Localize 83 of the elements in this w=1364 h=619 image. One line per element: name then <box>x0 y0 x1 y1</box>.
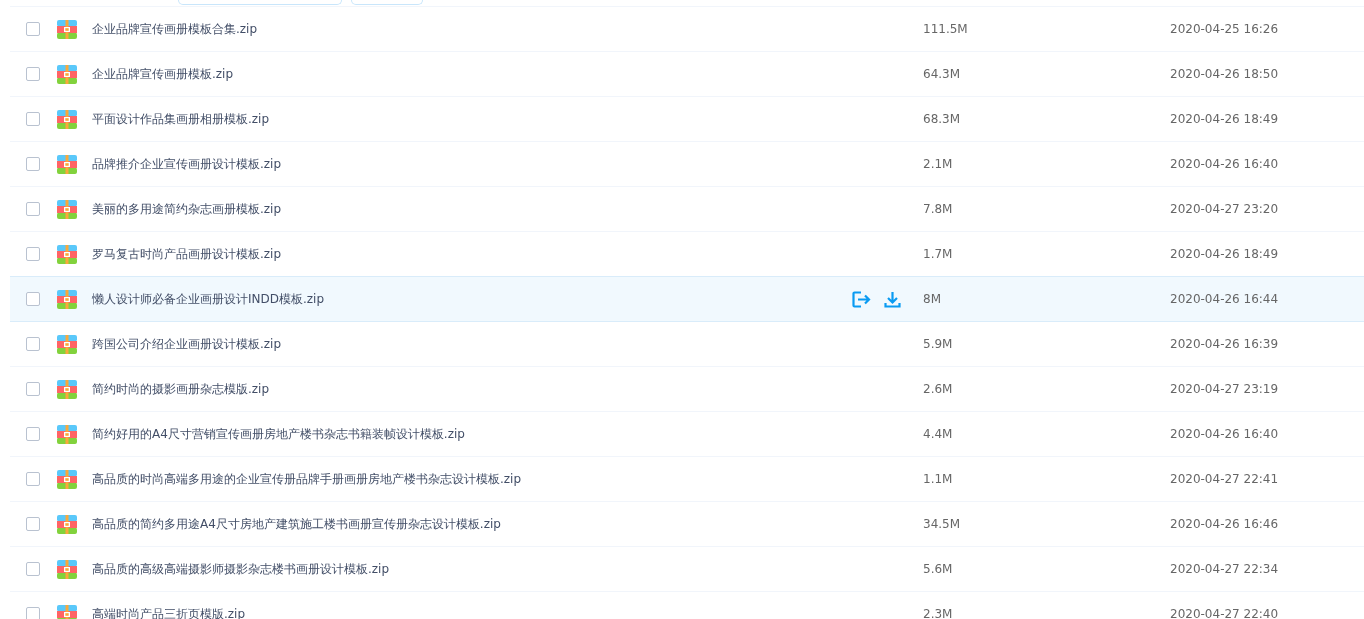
modified-date: 2020-04-26 16:40 <box>1170 157 1279 171</box>
zip-file-icon <box>57 109 77 129</box>
file-size: 4.4M <box>923 427 954 441</box>
zip-file-icon <box>57 379 77 399</box>
checkbox[interactable] <box>26 472 40 486</box>
modified-date: 2020-04-25 16:26 <box>1170 22 1279 36</box>
checkbox[interactable] <box>26 607 40 619</box>
checkbox[interactable] <box>26 67 40 81</box>
file-row[interactable]: 简约好用的A4尺寸营销宣传画册房地产楼书杂志书籍装帧设计模板.zip 4.4M 2020-04-26 16:40 <box>10 411 1364 457</box>
file-row[interactable]: 跨国公司介绍企业画册设计模板.zip 5.9M 2020-04-26 16:39 <box>10 321 1364 367</box>
checkbox[interactable] <box>26 292 40 306</box>
file-name[interactable]: 企业品牌宣传画册模板合集.zip <box>92 20 852 38</box>
zip-file-icon <box>57 514 77 534</box>
modified-date: 2020-04-26 16:44 <box>1170 292 1279 306</box>
modified-date: 2020-04-26 18:49 <box>1170 112 1279 126</box>
zip-file-icon <box>57 604 77 619</box>
file-size: 1.7M <box>923 247 954 261</box>
checkbox[interactable] <box>26 427 40 441</box>
file-size: 2.1M <box>923 157 954 171</box>
checkbox[interactable] <box>26 112 40 126</box>
zip-file-icon <box>57 154 77 174</box>
file-name[interactable]: 高品质的时尚高端多用途的企业宣传册品牌手册画册房地产楼书杂志设计模板.zip <box>92 470 852 488</box>
file-name[interactable]: 高品质的简约多用途A4尺寸房地产建筑施工楼书画册宣传册杂志设计模板.zip <box>92 515 852 533</box>
zip-file-icon <box>57 559 77 579</box>
file-name[interactable]: 平面设计作品集画册相册模板.zip <box>92 110 852 128</box>
file-name[interactable]: 简约好用的A4尺寸营销宣传画册房地产楼书杂志书籍装帧设计模板.zip <box>92 425 852 443</box>
zip-file-icon <box>57 244 77 264</box>
modified-date: 2020-04-27 23:19 <box>1170 382 1279 396</box>
file-name[interactable]: 品牌推介企业宣传画册设计模板.zip <box>92 155 852 173</box>
file-row[interactable]: 高品质的高级高端摄影师摄影杂志楼书画册设计模板.zip 5.6M 2020-04-27 22:34 <box>10 546 1364 592</box>
zip-file-icon <box>57 199 77 219</box>
file-size: 1.1M <box>923 472 954 486</box>
file-row[interactable]: 高品质的简约多用途A4尺寸房地产建筑施工楼书画册宣传册杂志设计模板.zip 34.5M 2020-04-26 16:46 <box>10 501 1364 547</box>
file-size: 64.3M <box>923 67 962 81</box>
modified-date: 2020-04-26 16:46 <box>1170 517 1279 531</box>
file-size: 7.8M <box>923 202 954 216</box>
file-size: 8M <box>923 292 942 306</box>
checkbox[interactable] <box>26 562 40 576</box>
modified-date: 2020-04-26 18:49 <box>1170 247 1279 261</box>
zip-file-icon <box>57 19 77 39</box>
file-name[interactable]: 高品质的高级高端摄影师摄影杂志楼书画册设计模板.zip <box>92 560 852 578</box>
modified-date: 2020-04-27 22:34 <box>1170 562 1279 576</box>
file-row[interactable]: 美丽的多用途简约杂志画册模板.zip 7.8M 2020-04-27 23:20 <box>10 186 1364 232</box>
zip-file-icon <box>57 334 77 354</box>
checkbox[interactable] <box>26 337 40 351</box>
zip-file-icon <box>57 64 77 84</box>
file-name[interactable]: 懒人设计师必备企业画册设计INDD模板.zip <box>92 290 852 308</box>
checkbox[interactable] <box>26 157 40 171</box>
modified-date: 2020-04-27 22:41 <box>1170 472 1279 486</box>
share-icon[interactable] <box>852 290 871 308</box>
file-row[interactable]: 懒人设计师必备企业画册设计INDD模板.zip 8M 2020-04-26 16:44 <box>10 276 1364 322</box>
file-row[interactable]: 企业品牌宣传画册模板合集.zip 111.5M 2020-04-25 16:26 <box>10 6 1364 52</box>
modified-date: 2020-04-26 16:39 <box>1170 337 1279 351</box>
file-row[interactable]: 高品质的时尚高端多用途的企业宣传册品牌手册画册房地产楼书杂志设计模板.zip 1.1M 2020-04-27 22:41 <box>10 456 1364 502</box>
modified-date: 2020-04-26 18:50 <box>1170 67 1279 81</box>
checkbox[interactable] <box>26 202 40 216</box>
checkbox[interactable] <box>26 22 40 36</box>
file-name[interactable]: 企业品牌宣传画册模板.zip <box>92 65 852 83</box>
file-size: 2.3M <box>923 607 954 619</box>
modified-date: 2020-04-27 22:40 <box>1170 607 1279 619</box>
file-name[interactable]: 美丽的多用途简约杂志画册模板.zip <box>92 200 852 218</box>
file-size: 2.6M <box>923 382 954 396</box>
checkbox[interactable] <box>26 517 40 531</box>
zip-file-icon <box>57 469 77 489</box>
file-row[interactable]: 品牌推介企业宣传画册设计模板.zip 2.1M 2020-04-26 16:40 <box>10 141 1364 187</box>
zip-file-icon <box>57 424 77 444</box>
checkbox[interactable] <box>26 382 40 396</box>
file-size: 111.5M <box>923 22 969 36</box>
file-row[interactable]: 平面设计作品集画册相册模板.zip 68.3M 2020-04-26 18:49 <box>10 96 1364 142</box>
file-name[interactable]: 跨国公司介绍企业画册设计模板.zip <box>92 335 852 353</box>
file-name[interactable]: 罗马复古时尚产品画册设计模板.zip <box>92 245 852 263</box>
checkbox[interactable] <box>26 247 40 261</box>
zip-file-icon <box>57 289 77 309</box>
file-size: 5.6M <box>923 562 954 576</box>
file-size: 34.5M <box>923 517 962 531</box>
file-name[interactable]: 简约时尚的摄影画册杂志模版.zip <box>92 380 852 398</box>
modified-date: 2020-04-27 23:20 <box>1170 202 1279 216</box>
file-size: 5.9M <box>923 337 954 351</box>
file-size: 68.3M <box>923 112 962 126</box>
download-icon[interactable] <box>884 290 901 308</box>
file-row[interactable]: 企业品牌宣传画册模板.zip 64.3M 2020-04-26 18:50 <box>10 51 1364 97</box>
modified-date: 2020-04-26 16:40 <box>1170 427 1279 441</box>
file-row[interactable]: 简约时尚的摄影画册杂志模版.zip 2.6M 2020-04-27 23:19 <box>10 366 1364 412</box>
